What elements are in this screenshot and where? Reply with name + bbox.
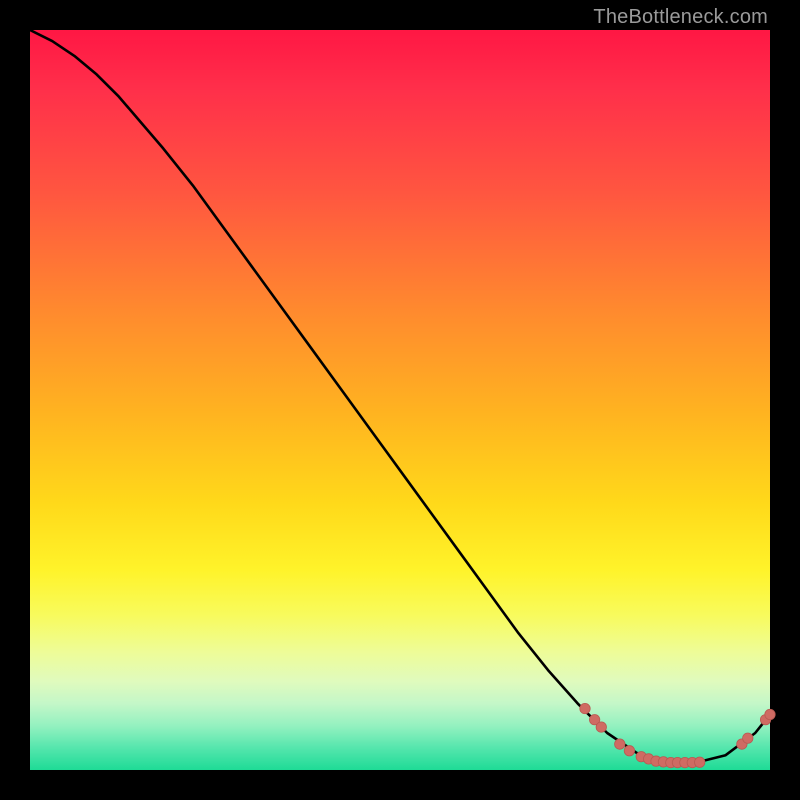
curve-marker [596,722,606,732]
curve-marker [743,733,753,743]
curve-marker [624,746,634,756]
curve-marker [580,703,590,713]
curve-marker [765,709,775,719]
curve-marker [695,757,705,767]
curve-marker [615,739,625,749]
bottleneck-curve [30,30,770,763]
chart-svg [30,30,770,770]
watermark-text: TheBottleneck.com [593,6,768,29]
chart-frame: TheBottleneck.com [0,0,800,800]
plot-area [30,30,770,770]
